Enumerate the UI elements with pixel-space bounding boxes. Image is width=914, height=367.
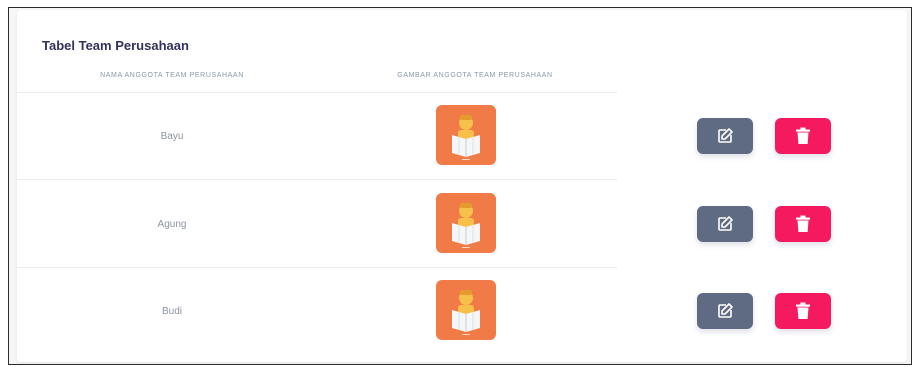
edit-button[interactable]	[697, 293, 753, 329]
member-name: Bayu	[160, 131, 184, 142]
edit-icon	[718, 216, 733, 231]
trash-icon	[796, 215, 810, 232]
edit-icon	[718, 303, 733, 318]
edit-icon	[718, 128, 733, 143]
member-image	[436, 280, 496, 340]
table-title: Tabel Team Perusahaan	[42, 38, 189, 53]
column-header-image: GAMBAR ANGGOTA TEAM PERUSAHAAN	[397, 72, 553, 79]
column-header-name: NAMA ANGGOTA TEAM PERUSAHAAN	[100, 72, 244, 79]
person-reading-map-icon	[452, 203, 480, 248]
person-reading-map-icon	[452, 290, 480, 335]
row-divider	[17, 179, 617, 180]
table-row: Bayu	[17, 93, 907, 180]
trash-icon	[796, 302, 810, 319]
team-table-card: Tabel Team Perusahaan NAMA ANGGOTA TEAM …	[17, 10, 907, 362]
edit-button[interactable]	[697, 206, 753, 242]
member-image	[436, 105, 496, 165]
table-row: Budi	[17, 268, 907, 355]
trash-icon	[796, 127, 810, 144]
member-name: Budi	[161, 306, 182, 317]
person-reading-map-icon	[452, 115, 480, 160]
edit-button[interactable]	[697, 118, 753, 154]
member-image	[436, 193, 496, 253]
delete-button[interactable]	[775, 118, 831, 154]
delete-button[interactable]	[775, 206, 831, 242]
delete-button[interactable]	[775, 293, 831, 329]
member-name: Agung	[157, 219, 187, 230]
table-row: Agung	[17, 181, 907, 268]
